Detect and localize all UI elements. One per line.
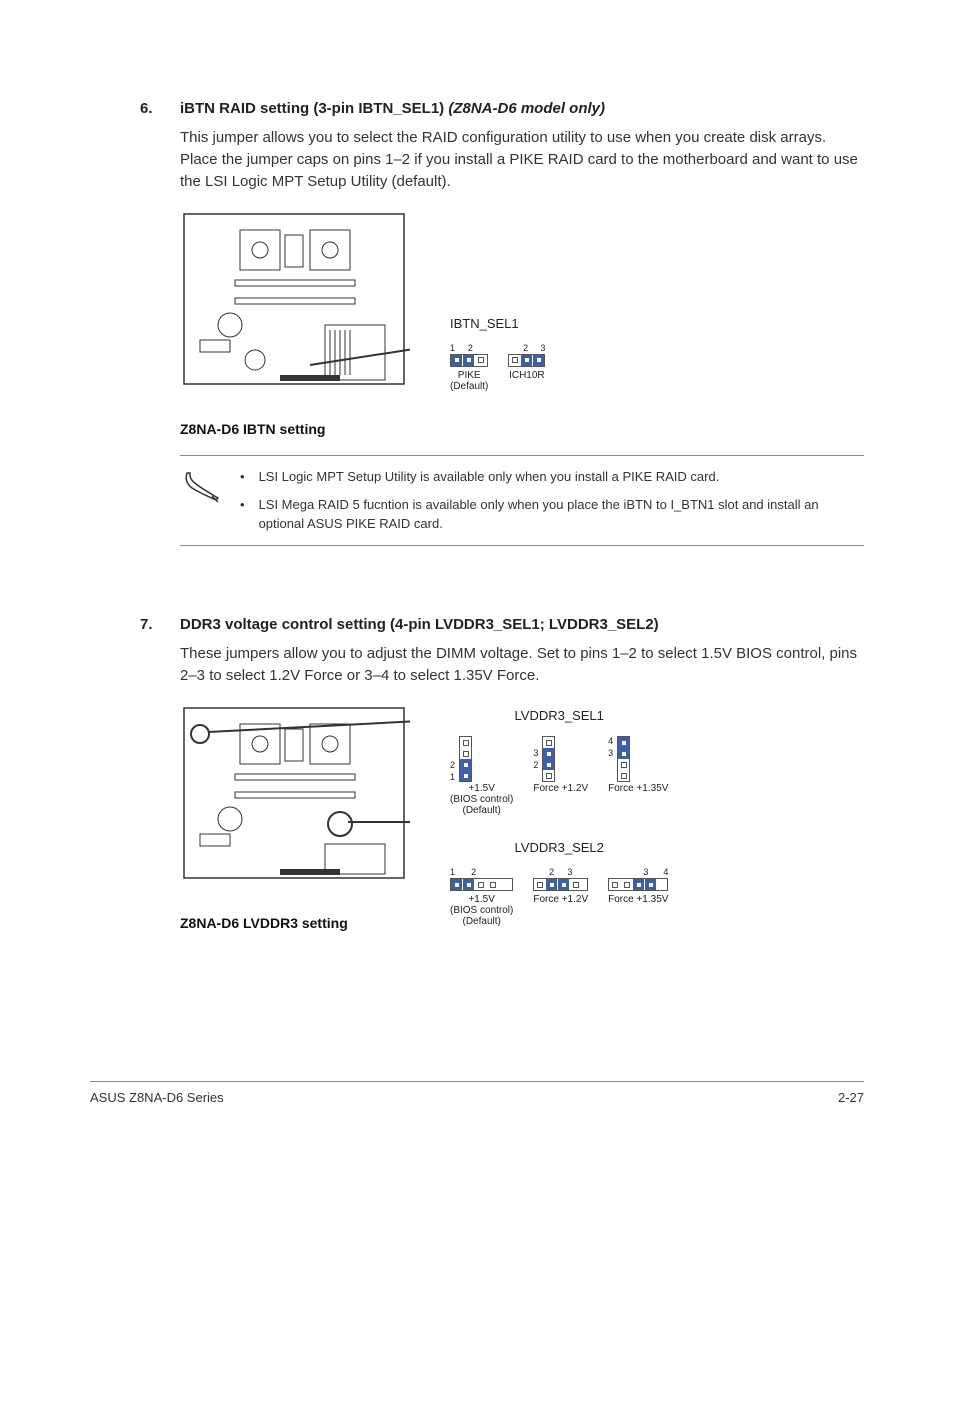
jumper-lvddr3-sel2: LVDDR3_SEL2 1 2 +1.5V (BIOS control) (Def… [450,840,668,927]
pin-num: 2 [523,343,528,353]
opt-label: +1.5V [450,894,513,905]
pin-num: 2 [549,867,554,877]
note-bullet-2: • LSI Mega RAID 5 fucntion is available … [240,496,858,532]
pin-num: 3 [540,343,545,353]
note-text-1: LSI Logic MPT Setup Utility is available… [259,468,720,486]
note-icon [180,468,224,533]
title-text: iBTN RAID setting (3-pin IBTN_SEL1) [180,100,448,117]
jumper-label-ich10r: ICH10R [508,370,545,381]
note-text-2: LSI Mega RAID 5 fucntion is available on… [259,496,858,532]
note-bullet-1: • LSI Logic MPT Setup Utility is availab… [240,468,858,486]
section-7-body: These jumpers allow you to adjust the DI… [180,643,864,687]
pin-num: 4 [608,735,613,747]
opt-label: Force +1.2V [533,894,588,905]
motherboard-illustration-2: Z8NA-D6 LVDDR3 setting [180,704,410,931]
pin-num: 1 [450,771,455,783]
sel1-opt2: 23 Force +1.2V [533,735,588,816]
pin-num: 3 [567,867,572,877]
jumper-option-pike: 1 2 PIKE (Default) [450,343,488,392]
diagram-caption-7: Z8NA-D6 LVDDR3 setting [180,915,410,931]
jumper-ibtn-sel1: IBTN_SEL1 1 2 PIKE (Default) 2 3 ICH10R [450,316,545,392]
jumper-label-default: (Default) [450,381,488,392]
bullet-dot: • [240,468,245,486]
opt-label: Force +1.35V [608,783,668,794]
pin-num: 2 [468,343,473,353]
opt-label: (BIOS control) [450,794,513,805]
opt-label: +1.5V [450,783,513,794]
jumper-label: IBTN_SEL1 [450,316,545,331]
section-6: 6. iBTN RAID setting (3-pin IBTN_SEL1) (… [140,100,864,546]
pin-num: 1 [450,867,455,877]
jumper-option-ich10r: 2 3 ICH10R [508,343,545,381]
section-7-diagram: Z8NA-D6 LVDDR3 setting LVDDR3_SEL1 12 [180,704,864,931]
opt-label: (BIOS control) [450,905,513,916]
sel2-label: LVDDR3_SEL2 [450,840,668,855]
title-model: (Z8NA-D6 model only) [448,100,605,117]
opt-label: (Default) [450,805,513,816]
pin-num: 1 [450,343,455,353]
pin-num: 2 [450,759,455,771]
section-6-body: This jumper allows you to select the RAI… [180,127,864,192]
sel2-opt2: 2 3 Force +1.2V [533,867,588,905]
opt-label: Force +1.2V [533,783,588,794]
pin-num: 2 [533,759,538,771]
section-6-diagram: Z8NA-D6 IBTN setting IBTN_SEL1 1 2 PIKE (… [180,210,864,437]
diagram-caption-6: Z8NA-D6 IBTN setting [180,421,410,437]
footer-left: ASUS Z8NA-D6 Series [90,1090,224,1105]
sel2-opt1: 1 2 +1.5V (BIOS control) (Default) [450,867,513,927]
pin-num: 2 [471,867,476,877]
pin-num: 3 [643,867,648,877]
opt-label: (Default) [450,916,513,927]
section-6-title: iBTN RAID setting (3-pin IBTN_SEL1) (Z8N… [180,100,605,117]
section-6-number: 6. [140,100,180,117]
opt-label: Force +1.35V [608,894,668,905]
section-6-heading: 6. iBTN RAID setting (3-pin IBTN_SEL1) (… [140,100,864,117]
section-7: 7. DDR3 voltage control setting (4-pin L… [140,616,864,932]
pin-num: 3 [608,747,613,759]
sel1-opt1: 12 +1.5V (BIOS control) (Default) [450,735,513,816]
jumper-label-pike: PIKE [450,370,488,381]
section-7-title: DDR3 voltage control setting (4-pin LVDD… [180,616,659,633]
footer-right: 2-27 [838,1090,864,1105]
pin-num: 3 [533,747,538,759]
lvddr3-jumpers: LVDDR3_SEL1 12 +1.5V (BIOS control) (Def… [450,708,668,927]
note-list: • LSI Logic MPT Setup Utility is availab… [240,468,858,533]
jumper-lvddr3-sel1: LVDDR3_SEL1 12 +1.5V (BIOS control) (Def… [450,708,668,816]
bullet-dot: • [240,496,245,532]
pin-num: 4 [663,867,668,877]
section-7-number: 7. [140,616,180,633]
motherboard-illustration: Z8NA-D6 IBTN setting [180,210,410,437]
sel1-label: LVDDR3_SEL1 [450,708,668,723]
section-7-heading: 7. DDR3 voltage control setting (4-pin L… [140,616,864,633]
sel1-opt3: 34 Force +1.35V [608,735,668,816]
sel2-opt3: 3 4 Force +1.35V [608,867,668,905]
page-footer: ASUS Z8NA-D6 Series 2-27 [90,1081,864,1105]
note-block: • LSI Logic MPT Setup Utility is availab… [180,455,864,546]
